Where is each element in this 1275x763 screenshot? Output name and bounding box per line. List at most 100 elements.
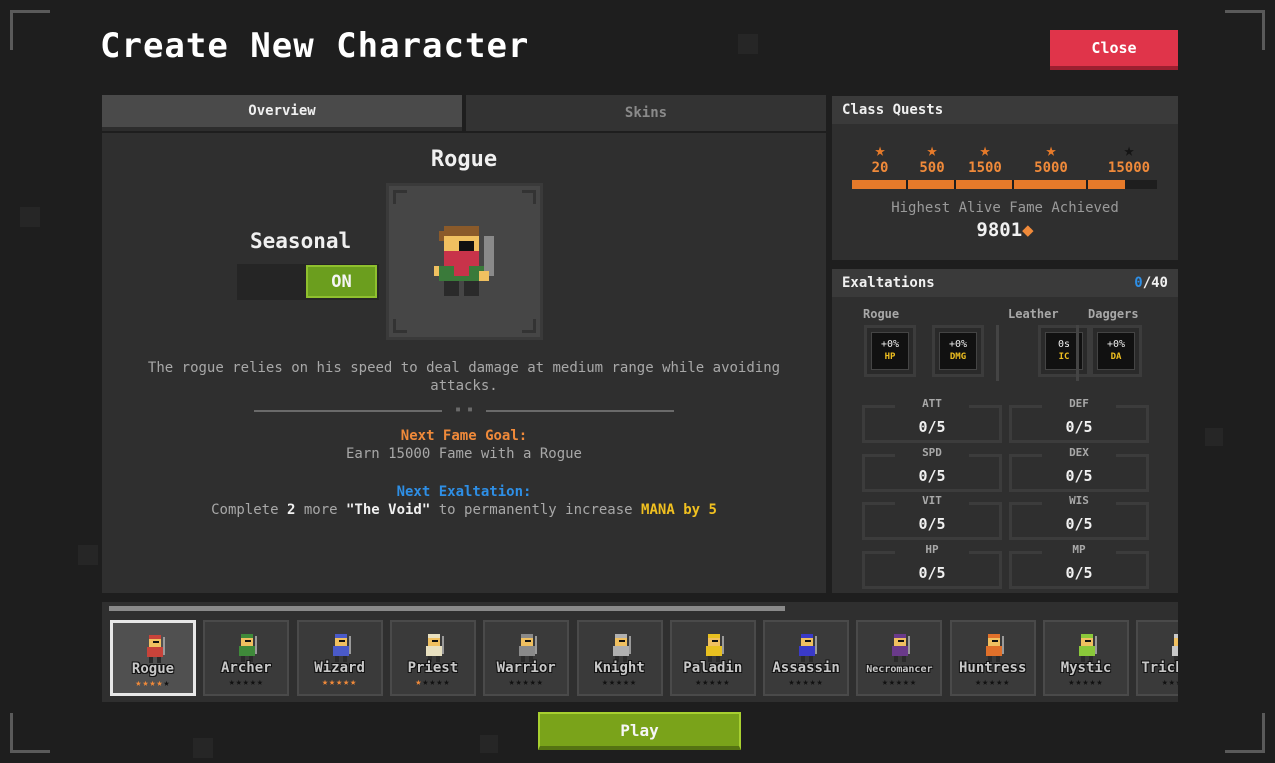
next-exaltation-label: Next Exaltation:	[396, 484, 532, 500]
star-icon: ★	[608, 677, 616, 688]
star-icon: ★	[1089, 677, 1097, 688]
tab-overview[interactable]: Overview	[102, 95, 462, 131]
page-title: Create New Character	[100, 26, 530, 66]
seasonal-label: Seasonal	[250, 229, 352, 253]
class-card-wizard[interactable]: Wizard ★★★★★	[296, 620, 383, 696]
star-icon: ★	[228, 677, 236, 688]
exaltation-stat-value: 0/5	[918, 563, 946, 582]
star-icon: ★	[979, 140, 991, 161]
class-description: The rogue relies on his speed to deal da…	[147, 360, 781, 394]
star-icon: ★	[601, 677, 609, 688]
exaltation-stat-name: DEX	[1069, 445, 1089, 459]
exaltation-slot[interactable]: +0% HP	[864, 325, 916, 377]
exaltation-stat-name: HP	[925, 542, 939, 556]
exaltation-stat-dex: DEX 0/5	[1009, 446, 1149, 492]
class-card-stars: ★★★★★	[485, 677, 567, 688]
star-icon: ★	[515, 677, 523, 688]
class-card-necromancer[interactable]: Necromancer ★★★★★	[856, 620, 943, 696]
star-icon: ★	[895, 677, 903, 688]
star-icon: ★	[149, 678, 157, 689]
exaltation-stat-name: MP	[1072, 542, 1086, 556]
class-scrollbar[interactable]	[109, 606, 785, 611]
exaltation-stat-value: 0/5	[1065, 418, 1093, 436]
exaltation-text-pre: Complete	[211, 502, 279, 518]
star-icon: ★	[1003, 677, 1011, 688]
exaltation-text-mid: more	[303, 502, 338, 518]
star-icon: ★	[809, 677, 817, 688]
portrait-corner	[522, 190, 536, 204]
class-card-mystic[interactable]: Mystic ★★★★★	[1043, 620, 1129, 696]
class-card-name: Assassin	[772, 660, 840, 676]
class-card-knight[interactable]: Knight ★★★★★	[576, 620, 663, 696]
class-card-trickster[interactable]: Trickster★★★★★	[1136, 620, 1178, 696]
class-card-rogue[interactable]: Rogue ★★★★★	[110, 620, 196, 696]
exaltation-stat-def: DEF 0/5	[1009, 397, 1149, 443]
class-card-name: Wizard	[314, 660, 365, 676]
exaltation-stat-mp: MP 0/5	[1009, 543, 1149, 589]
star-icon: ★	[881, 677, 889, 688]
highest-fame-value: 9801◆	[832, 219, 1178, 241]
quest-progress-segment	[908, 180, 954, 189]
star-icon: ★	[1082, 677, 1090, 688]
class-card-assassin[interactable]: Assassin ★★★★★	[763, 620, 850, 696]
class-card-warrior[interactable]: Warrior ★★★★★	[483, 620, 570, 696]
exaltation-stat-value: 0/5	[918, 466, 946, 485]
star-icon: ★	[256, 677, 264, 688]
exaltation-slot[interactable]: +0% DA	[1090, 325, 1142, 377]
background-decoration	[480, 735, 498, 753]
next-exaltation-text: Complete 2 more "The Void" to permanentl…	[102, 502, 826, 518]
exaltation-stat-wis: WIS 0/5	[1009, 494, 1149, 540]
class-card-huntress[interactable]: Huntress ★★★★★	[949, 620, 1036, 696]
class-card-name: Priest	[407, 660, 459, 676]
class-card-stars: ★★★★★	[392, 677, 474, 688]
exaltation-slot[interactable]: 0s IC	[1038, 325, 1090, 377]
class-card-stars: ★★★★★	[579, 677, 661, 688]
exaltation-group-separator	[1076, 325, 1079, 381]
exaltation-stat-spd: SPD 0/5	[862, 446, 1002, 492]
background-decoration	[78, 545, 98, 565]
exaltation-stat-value: 0/5	[1065, 563, 1093, 582]
exaltation-slot-tag: DMG	[949, 352, 967, 362]
portrait-corner	[393, 190, 407, 204]
class-quests-header: Class Quests	[832, 96, 1178, 124]
quest-progress-segment	[852, 180, 906, 189]
star-icon: ★	[1045, 140, 1057, 161]
star-icon: ★	[235, 677, 243, 688]
class-name: Rogue	[430, 147, 498, 172]
class-card-name: Paladin	[683, 660, 743, 676]
seasonal-toggle[interactable]: ON	[306, 265, 377, 298]
exaltation-slot-value: +0%	[880, 339, 900, 350]
class-card-archer[interactable]: Archer ★★★★★	[203, 620, 290, 696]
exaltation-stat-value: 0/5	[1065, 466, 1093, 485]
class-card-priest[interactable]: Priest ★★★★★	[389, 620, 476, 696]
exaltation-group-separator	[996, 325, 999, 381]
frame-corner	[1225, 10, 1265, 50]
star-icon: ★	[1123, 140, 1135, 161]
exaltation-slot[interactable]: +0% DMG	[932, 325, 984, 377]
star-icon: ★	[902, 677, 910, 688]
exaltation-stat-name: ATT	[922, 397, 942, 410]
class-card-paladin[interactable]: Paladin ★★★★★	[669, 620, 756, 696]
exaltations-count: 0/40	[1134, 275, 1168, 291]
star-icon: ★	[802, 677, 810, 688]
play-button[interactable]: Play	[538, 712, 741, 750]
exaltation-group-label: Leather	[1008, 307, 1059, 321]
exaltations-count-current: 0	[1134, 275, 1143, 291]
exaltation-count: 2	[286, 502, 296, 518]
exaltation-slot-tag: DA	[1110, 352, 1122, 362]
rogue-sprite-icon	[434, 226, 494, 296]
star-icon: ★	[816, 677, 824, 688]
star-icon: ★	[350, 677, 358, 688]
star-icon: ★	[1161, 677, 1169, 688]
class-selector: Rogue ★★★★★ Archer ★★★★★ Wizard ★★★★★ Priest ★★…	[102, 602, 1178, 702]
close-button[interactable]: Close	[1050, 30, 1178, 70]
star-icon: ★	[322, 677, 330, 688]
background-decoration	[1205, 428, 1223, 446]
exaltation-slot-value: +0%	[1106, 339, 1126, 350]
tab-skins[interactable]: Skins	[466, 95, 826, 131]
class-card-stars: ★★★★★	[1045, 677, 1127, 688]
class-card-name: Necromancer	[866, 664, 933, 675]
class-card-stars: ★★★★★	[765, 677, 847, 688]
exaltation-dungeon: "The Void"	[346, 502, 431, 518]
star-icon: ★	[795, 677, 803, 688]
